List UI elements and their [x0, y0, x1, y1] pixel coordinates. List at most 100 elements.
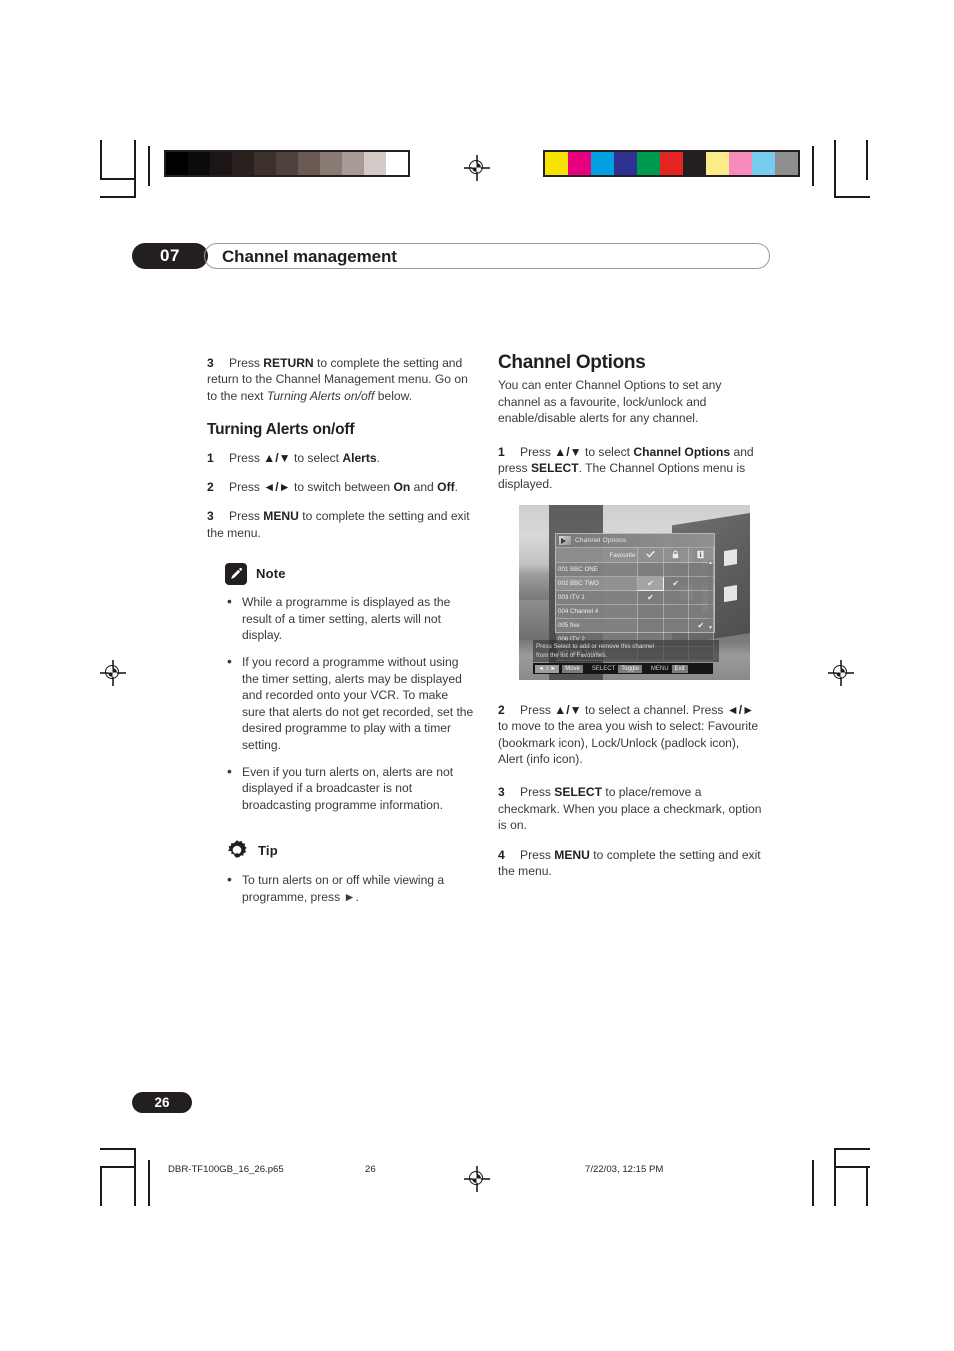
registration-mark-left-center	[100, 660, 126, 686]
note-bullet: If you record a programme without using …	[225, 653, 475, 752]
osd-col-lock-icon	[662, 547, 689, 563]
crop-mark-bottom-right-bleed-h	[836, 1166, 870, 1168]
osd-key-navigation: ◄ ↕ ►	[535, 664, 560, 673]
osd-table-row[interactable]: 004 Channel 4	[556, 604, 715, 619]
osd-cell-favourite[interactable]	[637, 604, 664, 619]
osd-table-row[interactable]: 005 five ✔	[556, 618, 715, 633]
osd-channel-name[interactable]: 005 five	[556, 618, 639, 633]
step-text: Press	[520, 702, 555, 717]
crop-mark-top-right-h	[834, 196, 870, 198]
crop-mark-top-left-v	[134, 140, 136, 198]
crop-mark-bottom-right-v	[834, 1148, 836, 1206]
crop-mark-inner-bottom-left-v	[148, 1160, 150, 1206]
step-text-cont: to select	[290, 450, 343, 465]
note-bullet: While a programme is displayed as the re…	[225, 593, 475, 643]
pencil-icon	[225, 563, 247, 586]
osd-cell-lock[interactable]	[662, 618, 689, 633]
crop-mark-inner-left-v	[148, 146, 150, 186]
osd-channel-name[interactable]: 004 Channel 4	[556, 604, 639, 619]
co-step-2: 2 Press ▲/▼ to select a channel. Press ◄/…	[498, 702, 766, 768]
step-text-end: below.	[374, 388, 413, 403]
color-swatch-light-yellow	[706, 152, 729, 175]
color-swatch-red	[660, 152, 683, 175]
osd-key-legend-bar: ◄ ↕ ► Move SELECT Toggle MENU Exit	[533, 663, 713, 674]
tip-callout-header: Tip	[225, 839, 475, 863]
tip-bullet-list: To turn alerts on or off while viewing a…	[225, 871, 475, 905]
registration-mark-bottom-center	[464, 1166, 490, 1192]
osd-action-move: Move	[562, 664, 583, 673]
arrow-updown-icon: ▲/▼	[263, 450, 291, 465]
osd-table-row[interactable]: 003 ITV 1 ✔	[556, 590, 715, 605]
step-text-end: .	[454, 480, 458, 495]
co-step-1: 1 Press ▲/▼ to select Channel Options and…	[498, 444, 766, 493]
gray-swatch	[342, 152, 364, 175]
osd-table-row-selected[interactable]: 002 BBC TWO ✔ ✔	[556, 576, 715, 591]
note-bullet-list: While a programme is displayed as the re…	[225, 593, 475, 813]
key-return: RETURN	[263, 356, 314, 370]
channel-options-intro: You can enter Channel Options to set any…	[498, 378, 722, 426]
osd-col-favourite-icon	[637, 547, 664, 563]
note-bullet: Even if you turn alerts on, alerts are n…	[225, 763, 475, 813]
osd-cell-lock[interactable]	[662, 604, 689, 619]
osd-channel-options-panel[interactable]: Channel Options Favourite 001 BBC ONE 00…	[555, 533, 715, 661]
osd-action-exit: Exit	[671, 664, 688, 673]
gray-swatch	[188, 152, 210, 175]
color-swatch-green	[637, 152, 660, 175]
osd-cell-favourite-cursor[interactable]: ✔	[637, 576, 664, 591]
co-step-4: 4 Press MENU to complete the setting and …	[498, 847, 766, 880]
color-swatch-light-blue	[752, 152, 775, 175]
osd-channel-name[interactable]: 002 BBC TWO	[556, 576, 639, 591]
step-number: 3	[207, 356, 214, 370]
step-number: 1	[207, 450, 214, 465]
osd-cell-lock[interactable]	[662, 590, 689, 605]
note-label: Note	[256, 566, 286, 582]
osd-cell-favourite[interactable]: ✔	[637, 590, 664, 605]
step-text-end: .	[376, 450, 381, 465]
arrow-updown-icon: ▲/▼	[554, 702, 582, 717]
reg-core	[472, 1174, 481, 1183]
step-text: Press	[229, 509, 264, 524]
osd-channel-name[interactable]: 003 ITV 1	[556, 590, 639, 605]
osd-cell-favourite[interactable]	[637, 562, 664, 577]
osd-cell-lock[interactable]	[662, 562, 689, 577]
key-menu: MENU	[263, 509, 299, 524]
crop-mark-top-left-h	[100, 196, 136, 198]
reg-core	[108, 668, 117, 677]
imprint-filename: DBR-TF100GB_16_26.p65	[168, 1164, 284, 1175]
step-text-cont: to select	[581, 444, 634, 459]
crop-mark-inner-bottom-right-v	[812, 1160, 814, 1206]
channel-options-screenshot: Channel Options Favourite 001 BBC ONE 00…	[519, 505, 750, 680]
step-text-cont: to switch between	[290, 480, 394, 495]
section-heading-turning-alerts: Turning Alerts on/off	[207, 421, 355, 439]
tip-label: Tip	[258, 842, 278, 858]
page-number-badge: 26	[132, 1092, 192, 1113]
osd-title-text: Channel Options	[575, 537, 627, 544]
crop-mark-inner-right-v	[812, 146, 814, 186]
lightbulb-gear-icon	[225, 839, 249, 863]
scroll-down-icon[interactable]: ▼	[708, 625, 713, 631]
osd-cell-lock[interactable]: ✔	[662, 576, 689, 591]
osd-help-line-2: from the list of Favourites.	[536, 652, 608, 659]
scroll-up-icon[interactable]: ▲	[708, 560, 713, 566]
step-number: 4	[498, 847, 505, 862]
osd-title-bar: Channel Options	[556, 534, 714, 547]
page-title: Channel management	[222, 247, 397, 266]
color-calibration-bar	[543, 150, 800, 177]
osd-channel-name[interactable]: 001 BBC ONE	[556, 562, 639, 577]
step-number: 3	[207, 509, 214, 524]
osd-scrollbar[interactable]: ▲ ▼	[708, 560, 713, 631]
step-text: Press	[520, 847, 555, 862]
osd-table-row[interactable]: 001 BBC ONE	[556, 562, 715, 577]
color-swatch-pink	[729, 152, 752, 175]
registration-mark-top-center	[464, 155, 490, 181]
gray-swatch	[320, 152, 342, 175]
osd-col-favourite-label: Favourite	[556, 547, 639, 563]
gray-swatch	[232, 152, 254, 175]
osd-cell-favourite[interactable]	[637, 618, 664, 633]
color-swatch-magenta	[568, 152, 591, 175]
step-text: Press	[229, 480, 264, 495]
arrow-updown-icon: ▲/▼	[554, 444, 582, 459]
building-window	[724, 585, 737, 603]
crop-mark-bottom-left-h	[100, 1148, 136, 1150]
crop-mark-top-right-v	[834, 140, 836, 198]
